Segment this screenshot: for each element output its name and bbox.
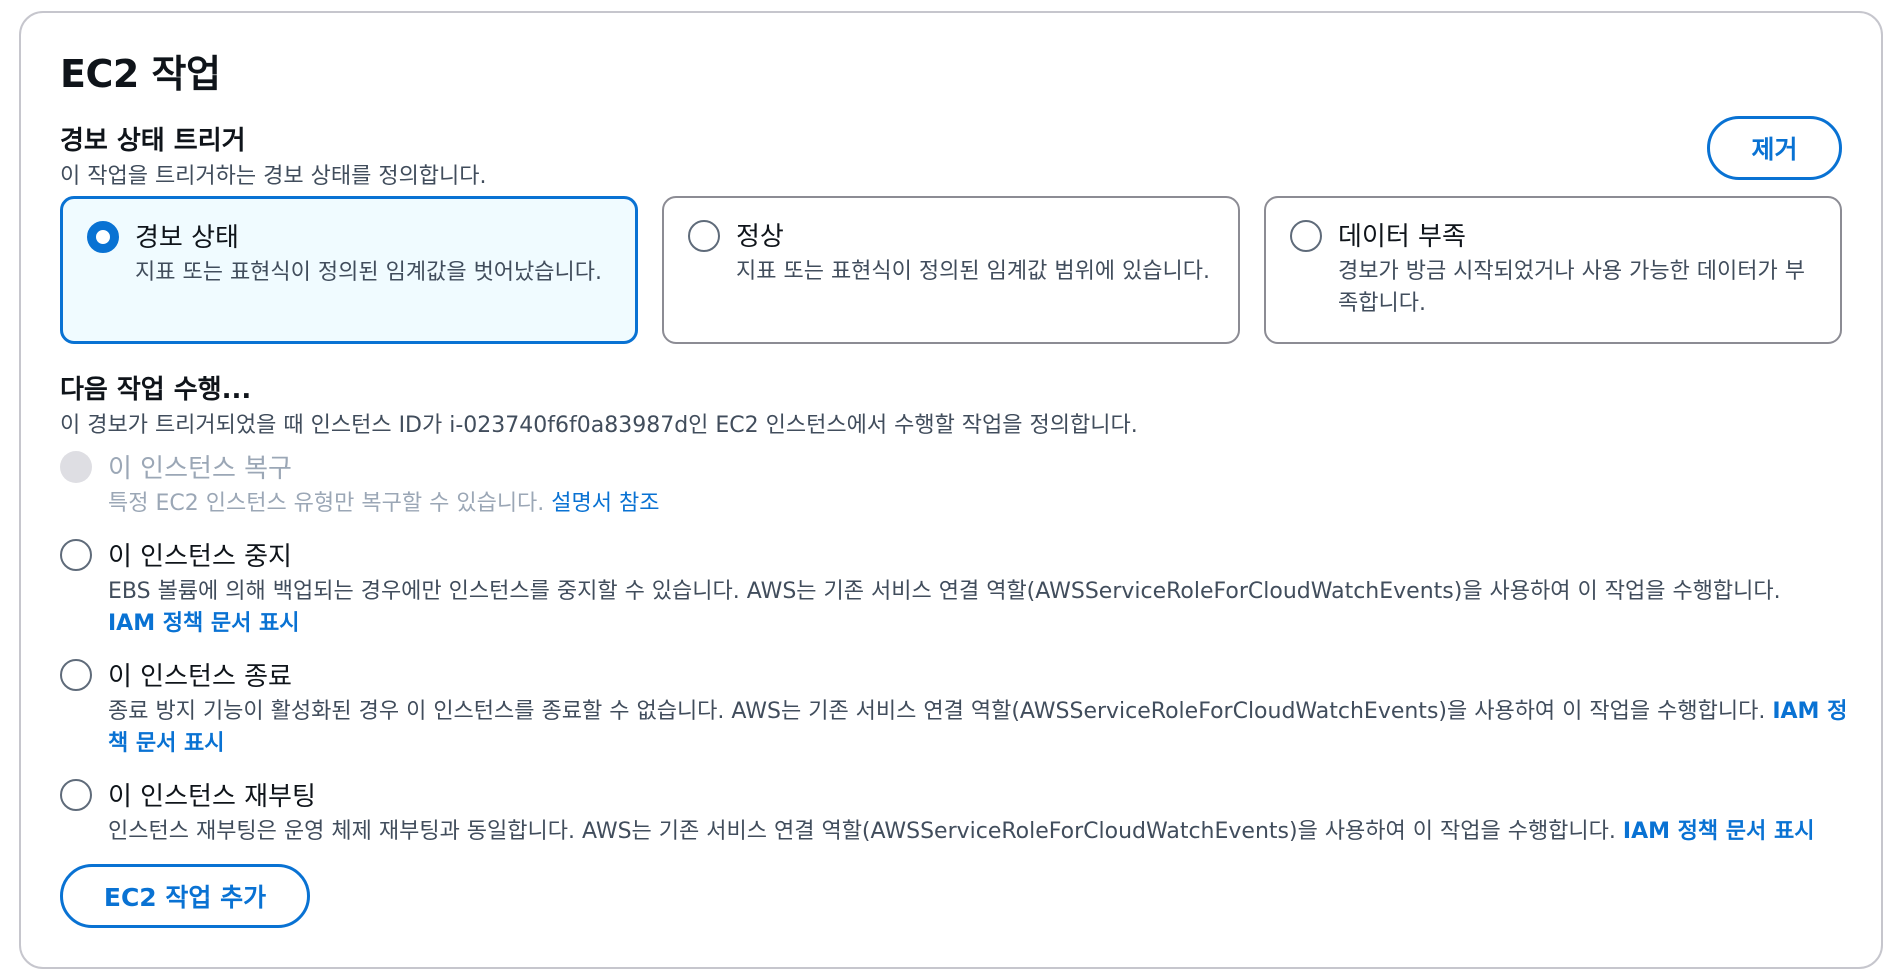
trigger-section-description: 이 작업을 트리거하는 경보 상태를 정의합니다. — [60, 164, 487, 189]
radio-stop[interactable] — [60, 539, 92, 571]
tile-ok[interactable]: 정상 지표 또는 표현식이 정의된 임계값 범위에 있습니다. — [662, 196, 1240, 344]
tile-description: 지표 또는 표현식이 정의된 임계값 범위에 있습니다. — [736, 259, 1210, 284]
tile-in-alarm[interactable]: 경보 상태 지표 또는 표현식이 정의된 임계값을 벗어났습니다. — [60, 196, 638, 344]
option-description: 인스턴스 재부팅은 운영 체제 재부팅과 동일합니다. AWS는 기존 서비스 … — [108, 816, 1860, 848]
tile-label: 정상 — [736, 222, 784, 252]
actions-section-description: 이 경보가 트리거되었을 때 인스턴스 ID가 i-023740f6f0a839… — [60, 413, 1138, 438]
tile-label: 경보 상태 — [135, 223, 239, 253]
radio-ok[interactable] — [688, 220, 720, 252]
documentation-link[interactable]: 설명서 참조 — [551, 491, 659, 516]
tile-label: 데이터 부족 — [1338, 222, 1466, 252]
option-description: EBS 볼륨에 의해 백업되는 경우에만 인스턴스를 중지할 수 있습니다. A… — [108, 576, 1860, 640]
actions-section-title: 다음 작업 수행... — [60, 375, 252, 405]
panel-title: EC2 작업 — [60, 52, 221, 96]
option-label: 이 인스턴스 복구 — [108, 454, 292, 484]
tile-description: 지표 또는 표현식이 정의된 임계값을 벗어났습니다. — [135, 260, 603, 285]
option-description: 종료 방지 기능이 활성화된 경우 이 인스턴스를 종료할 수 없습니다. AW… — [108, 696, 1860, 760]
option-label: 이 인스턴스 종료 — [108, 662, 292, 692]
radio-reboot[interactable] — [60, 779, 92, 811]
trigger-section-title: 경보 상태 트리거 — [60, 126, 246, 156]
option-description-text: 인스턴스 재부팅은 운영 체제 재부팅과 동일합니다. AWS는 기존 서비스 … — [108, 819, 1616, 844]
add-ec2-action-button[interactable]: EC2 작업 추가 — [60, 864, 310, 928]
radio-terminate[interactable] — [60, 659, 92, 691]
option-label: 이 인스턴스 재부팅 — [108, 782, 316, 812]
iam-policy-link[interactable]: IAM 정책 문서 표시 — [1623, 819, 1815, 844]
radio-recover — [60, 451, 92, 483]
option-description: 특정 EC2 인스턴스 유형만 복구할 수 있습니다. 설명서 참조 — [108, 488, 1860, 520]
option-description-text: 종료 방지 기능이 활성화된 경우 이 인스턴스를 종료할 수 없습니다. AW… — [108, 699, 1766, 724]
remove-button[interactable]: 제거 — [1707, 116, 1842, 180]
option-label: 이 인스턴스 중지 — [108, 542, 292, 572]
radio-insufficient-data[interactable] — [1290, 220, 1322, 252]
tile-description: 경보가 방금 시작되었거나 사용 가능한 데이터가 부족합니다. — [1338, 259, 1806, 316]
tile-insufficient-data[interactable]: 데이터 부족 경보가 방금 시작되었거나 사용 가능한 데이터가 부족합니다. — [1264, 196, 1842, 344]
option-description-text: 특정 EC2 인스턴스 유형만 복구할 수 있습니다. — [108, 491, 545, 516]
radio-in-alarm[interactable] — [87, 221, 119, 253]
iam-policy-link[interactable]: IAM 정책 문서 표시 — [108, 611, 300, 636]
option-description-text: EBS 볼륨에 의해 백업되는 경우에만 인스턴스를 중지할 수 있습니다. A… — [108, 579, 1781, 604]
